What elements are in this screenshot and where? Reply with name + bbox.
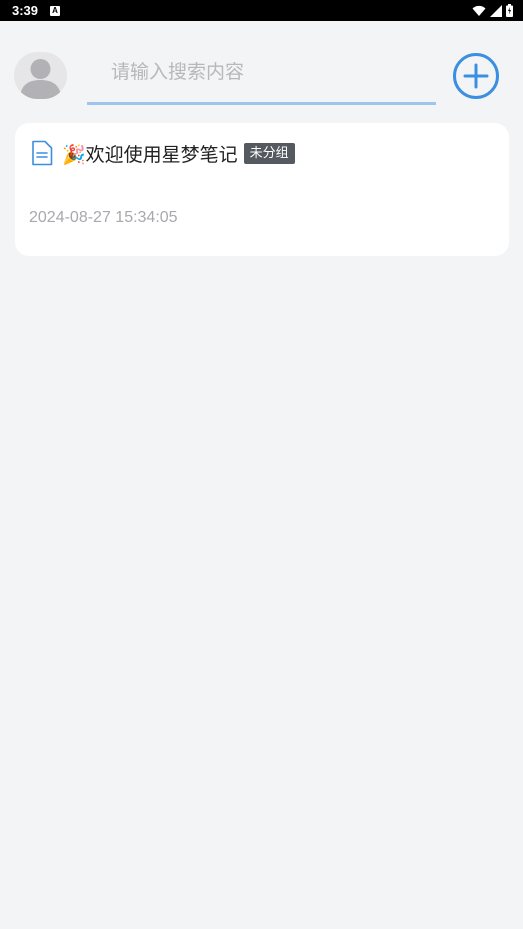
document-icon — [32, 140, 53, 166]
battery-icon — [506, 4, 513, 17]
note-card[interactable]: 🎉欢迎使用星梦笔记 未分组 2024-08-27 15:34:05 — [15, 123, 509, 256]
status-bar: 3:39 A — [0, 0, 523, 21]
wifi-icon — [472, 5, 486, 16]
status-right — [472, 4, 513, 17]
signal-icon — [490, 4, 502, 17]
status-time: 3:39 — [12, 3, 39, 18]
search-input[interactable] — [87, 47, 436, 102]
avatar-silhouette — [20, 59, 61, 99]
header — [0, 21, 523, 121]
add-note-button[interactable] — [452, 52, 500, 100]
note-timestamp: 2024-08-27 15:34:05 — [29, 209, 178, 226]
a-badge-icon: A — [50, 5, 61, 16]
note-title-row: 🎉欢迎使用星梦笔记 未分组 — [62, 139, 295, 167]
user-avatar-icon[interactable] — [14, 52, 67, 99]
note-title: 🎉欢迎使用星梦笔记 — [62, 143, 238, 166]
status-left: 3:39 A — [12, 3, 61, 18]
search-bar — [87, 47, 436, 105]
plus-circle-icon — [453, 53, 499, 99]
group-badge: 未分组 — [243, 142, 295, 164]
